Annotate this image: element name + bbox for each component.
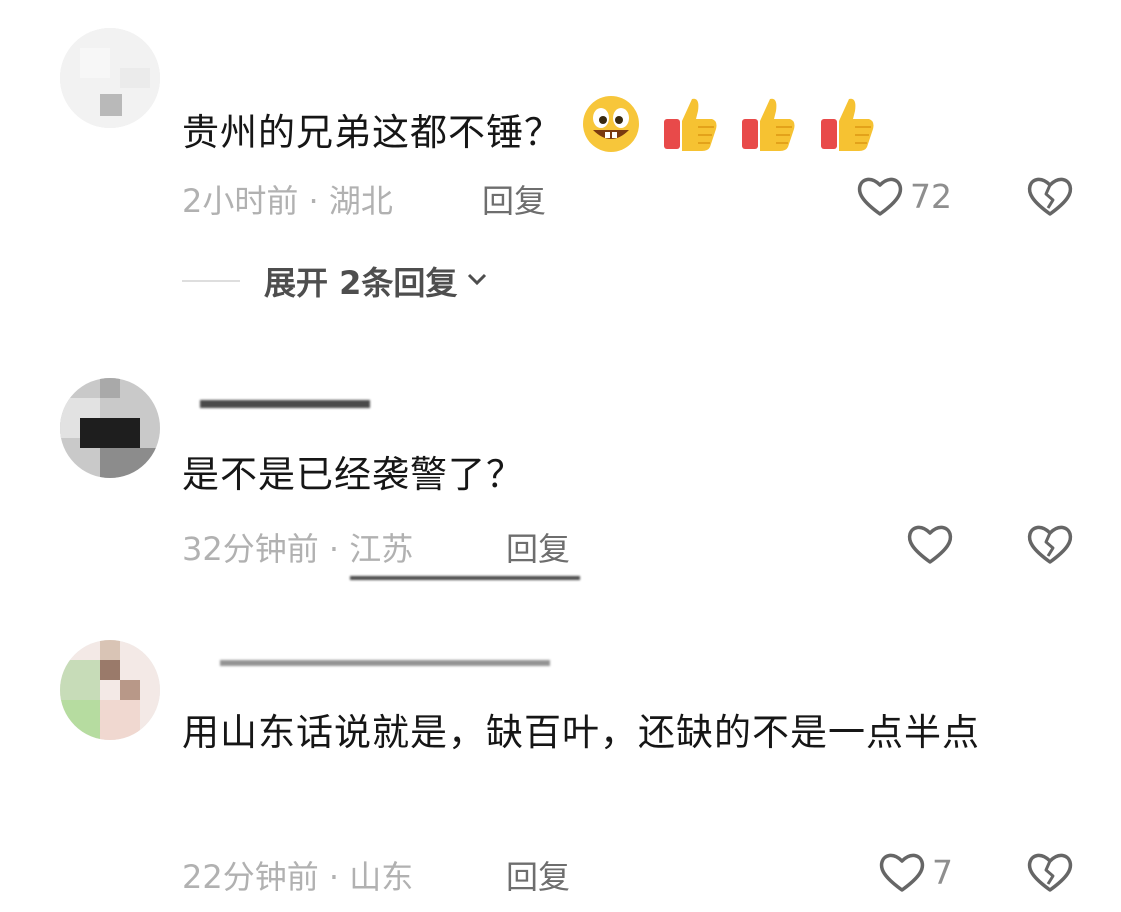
heart-outline-icon xyxy=(878,850,926,894)
dislike-button[interactable] xyxy=(1026,850,1074,894)
comment-meta: 22分钟前 · 山东 xyxy=(182,858,414,896)
username-redaction xyxy=(220,660,550,666)
broken-heart-icon xyxy=(1026,850,1074,894)
like-button[interactable]: 7 xyxy=(878,850,953,894)
like-count: 7 xyxy=(932,852,953,892)
reply-button[interactable]: 回复 xyxy=(506,852,570,898)
comment-text: 用山东话说就是，缺百叶，还缺的不是一点半点 xyxy=(182,711,980,754)
comment-item: 用山东话说就是，缺百叶，还缺的不是一点半点 22分钟前 · 山东 回复 7 xyxy=(0,0,1121,912)
avatar[interactable] xyxy=(60,640,160,740)
